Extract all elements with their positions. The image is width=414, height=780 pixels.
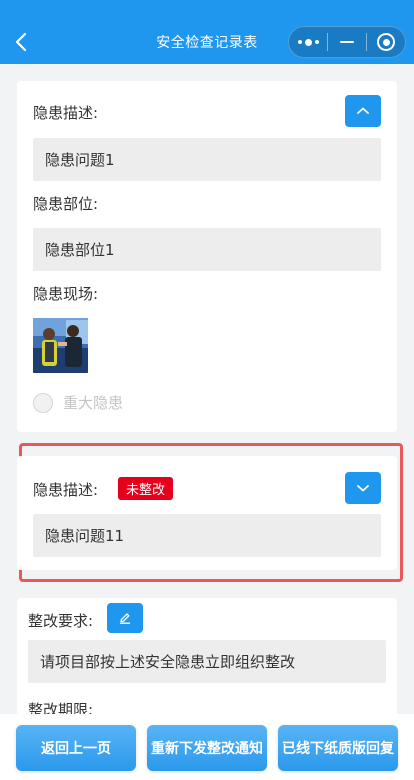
back-button[interactable]: 返回上一页 — [16, 725, 136, 771]
chevron-down-icon — [357, 485, 369, 492]
bottom-action-bar: 返回上一页 重新下发整改通知 已线下纸质版回复 — [0, 714, 414, 780]
status-badge: 未整改 — [118, 477, 174, 500]
major-hazard-radio[interactable]: 重大隐患 — [33, 392, 123, 413]
offline-reply-button[interactable]: 已线下纸质版回复 — [278, 725, 398, 771]
hazard-scene-label: 隐患现场: — [33, 285, 99, 303]
close-miniprogram-button[interactable] — [367, 27, 405, 57]
rectification-requirement-label: 整改要求: — [28, 612, 94, 630]
hazard-record-card-expanded: 隐患描述: 隐患问题1 隐患部位: 隐患部位1 隐患现场: 重大隐患 — [17, 81, 397, 432]
hazard-location-value: 隐患部位1 — [33, 228, 381, 271]
major-hazard-label: 重大隐患 — [63, 394, 124, 412]
more-menu-button[interactable] — [289, 27, 327, 57]
minus-icon — [340, 41, 354, 43]
chevron-up-icon — [357, 107, 369, 114]
hazard-scene-photo[interactable] — [33, 318, 88, 373]
more-dots-icon — [297, 38, 319, 46]
minimize-button[interactable] — [328, 27, 366, 57]
collapse-button[interactable] — [345, 95, 381, 127]
hazard-description-label: 隐患描述: — [33, 104, 99, 122]
expand-button[interactable] — [345, 472, 381, 504]
rectification-requirement-value: 请项目部按上述安全隐患立即组织整改 — [28, 640, 386, 683]
reissue-notice-button[interactable]: 重新下发整改通知 — [147, 725, 267, 771]
hazard-location-label: 隐患部位: — [33, 195, 99, 213]
nav-bar: 安全检查记录表 — [0, 0, 414, 64]
hazard-description-value: 隐患问题1 — [33, 138, 381, 181]
hazard-description-value: 隐患问题11 — [33, 514, 381, 557]
hazard-record-card-collapsed: 隐患描述: 未整改 隐患问题11 — [17, 456, 397, 570]
miniprogram-capsule — [288, 26, 406, 58]
radio-circle-icon — [33, 392, 53, 413]
pencil-icon — [119, 613, 131, 624]
hazard-description-label: 隐患描述: — [33, 481, 99, 499]
edit-requirement-button[interactable] — [107, 603, 143, 633]
target-circle-icon — [377, 33, 395, 51]
